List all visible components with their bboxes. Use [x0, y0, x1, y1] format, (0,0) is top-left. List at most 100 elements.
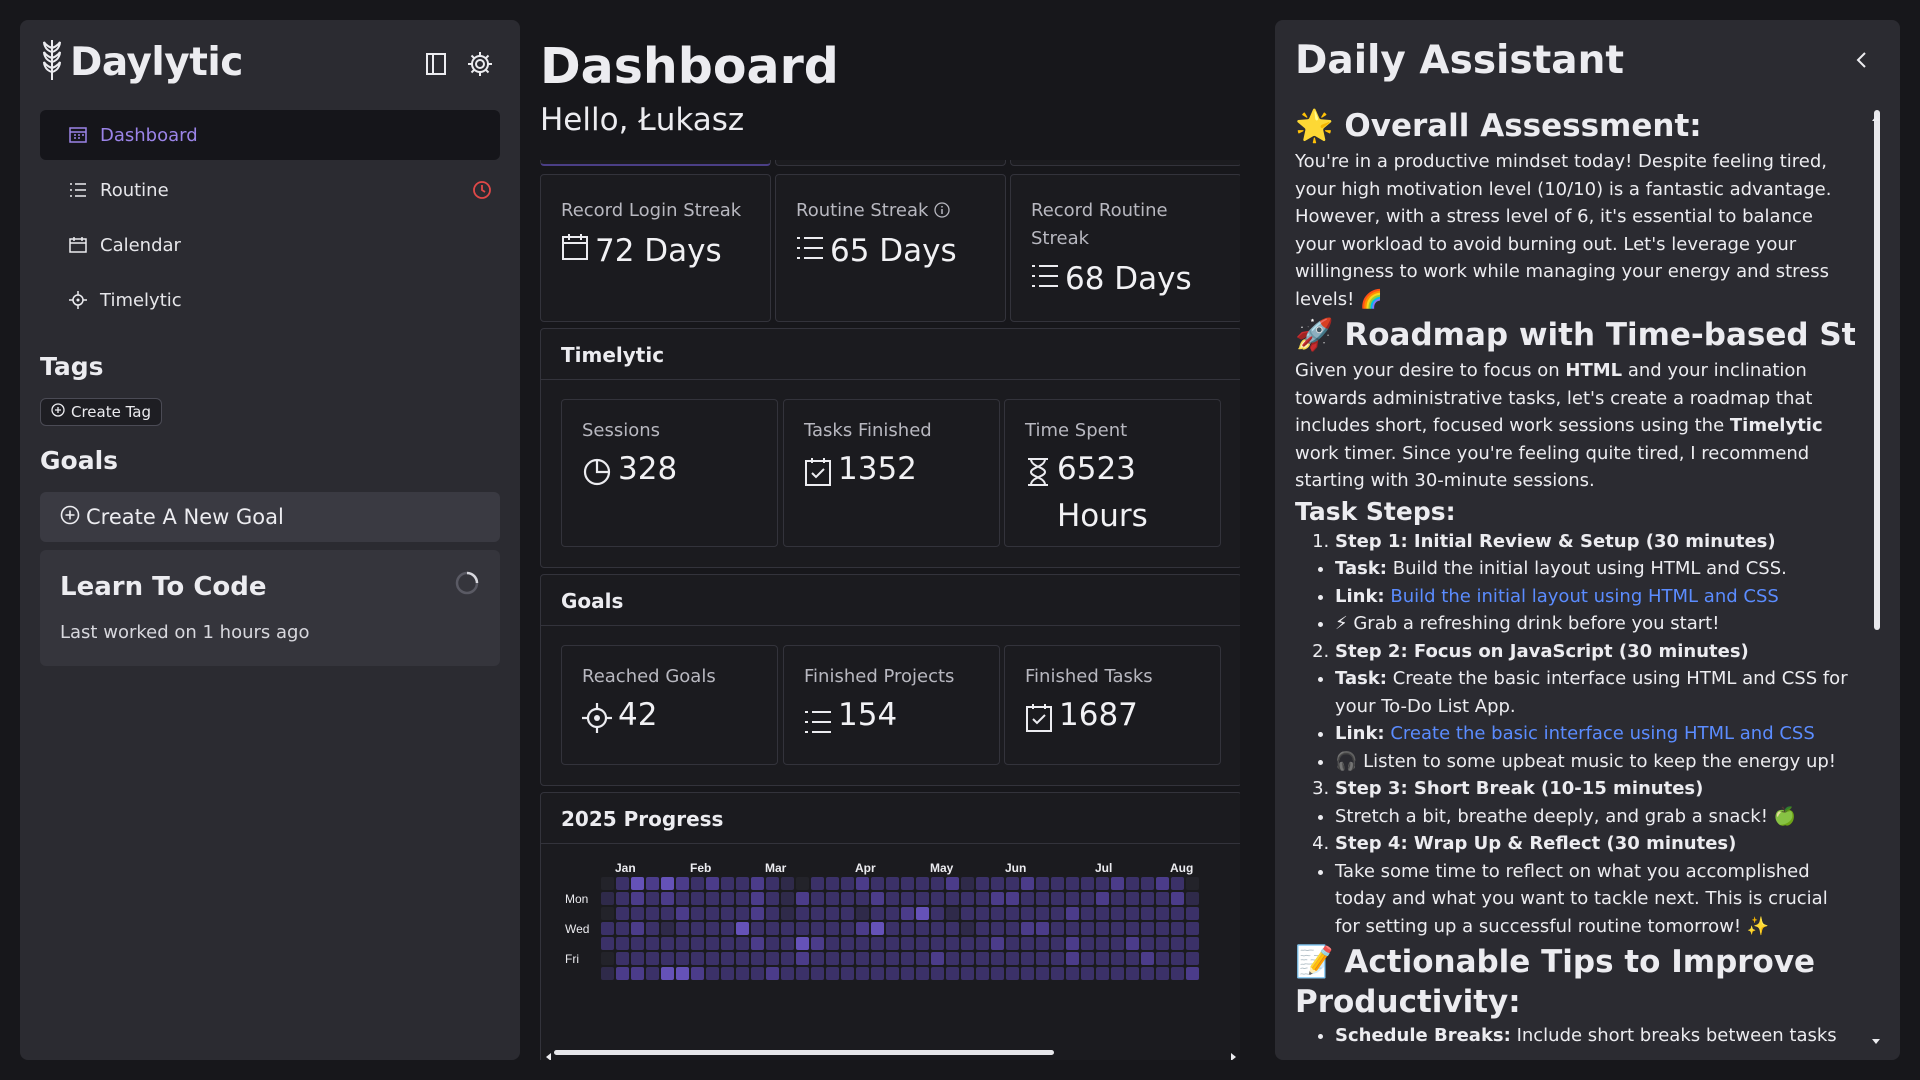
heatmap-cell[interactable] — [1066, 952, 1079, 965]
heatmap-cell[interactable] — [886, 937, 899, 950]
heatmap-cell[interactable] — [721, 877, 734, 890]
heatmap-cell[interactable] — [1051, 907, 1064, 920]
heatmap-cell[interactable] — [1156, 877, 1169, 890]
heatmap-cell[interactable] — [826, 937, 839, 950]
sidebar-item-timelytic[interactable]: Timelytic — [40, 275, 500, 325]
heatmap-cell[interactable] — [1096, 907, 1109, 920]
heatmap-cell[interactable] — [631, 937, 644, 950]
heatmap-cell[interactable] — [736, 967, 749, 980]
heatmap-cell[interactable] — [1141, 967, 1154, 980]
heatmap-cell[interactable] — [871, 952, 884, 965]
heatmap-cell[interactable] — [1006, 877, 1019, 890]
heatmap-cell[interactable] — [616, 892, 629, 905]
heatmap-cell[interactable] — [811, 952, 824, 965]
heatmap-cell[interactable] — [661, 892, 674, 905]
heatmap-cell[interactable] — [676, 877, 689, 890]
heatmap-cell[interactable] — [856, 937, 869, 950]
heatmap-cell[interactable] — [1066, 907, 1079, 920]
heatmap-cell[interactable] — [1006, 892, 1019, 905]
heatmap-cell[interactable] — [1186, 952, 1199, 965]
heatmap-cell[interactable] — [961, 922, 974, 935]
heatmap-cell[interactable] — [691, 952, 704, 965]
heatmap-cell[interactable] — [646, 937, 659, 950]
heatmap-cell[interactable] — [766, 937, 779, 950]
heatmap-cell[interactable] — [916, 907, 929, 920]
heatmap-cell[interactable] — [1096, 877, 1109, 890]
heatmap-cell[interactable] — [796, 937, 809, 950]
heatmap-cell[interactable] — [1006, 907, 1019, 920]
heatmap-cell[interactable] — [676, 952, 689, 965]
heatmap-cell[interactable] — [1186, 937, 1199, 950]
heatmap-cell[interactable] — [841, 877, 854, 890]
heatmap-cell[interactable] — [976, 877, 989, 890]
heatmap-cell[interactable] — [991, 952, 1004, 965]
heatmap-cell[interactable] — [946, 937, 959, 950]
heatmap-cell[interactable] — [691, 907, 704, 920]
heatmap-cell[interactable] — [1006, 937, 1019, 950]
heatmap-cell[interactable] — [841, 922, 854, 935]
heatmap-cell[interactable] — [826, 892, 839, 905]
heatmap-cell[interactable] — [976, 892, 989, 905]
heatmap-cell[interactable] — [1111, 907, 1124, 920]
heatmap-cell[interactable] — [1141, 877, 1154, 890]
heatmap-cell[interactable] — [751, 877, 764, 890]
heatmap-cell[interactable] — [1081, 967, 1094, 980]
heatmap-cell[interactable] — [1051, 922, 1064, 935]
heatmap-cell[interactable] — [1096, 967, 1109, 980]
sidebar-item-calendar[interactable]: Calendar — [40, 220, 500, 270]
heatmap-cell[interactable] — [691, 877, 704, 890]
heatmap-cell[interactable] — [901, 892, 914, 905]
heatmap-cell[interactable] — [931, 907, 944, 920]
heatmap-cell[interactable] — [721, 907, 734, 920]
heatmap-cell[interactable] — [1006, 922, 1019, 935]
heatmap-cell[interactable] — [646, 922, 659, 935]
heatmap-cell[interactable] — [1126, 967, 1139, 980]
heatmap-cell[interactable] — [661, 937, 674, 950]
heatmap-cell[interactable] — [856, 922, 869, 935]
heatmap-cell[interactable] — [781, 907, 794, 920]
heatmap-cell[interactable] — [841, 907, 854, 920]
heatmap-cell[interactable] — [916, 892, 929, 905]
heatmap-cell[interactable] — [1111, 892, 1124, 905]
heatmap-cell[interactable] — [1126, 937, 1139, 950]
heatmap-cell[interactable] — [1156, 967, 1169, 980]
heatmap-cell[interactable] — [631, 877, 644, 890]
heatmap-cell[interactable] — [1051, 952, 1064, 965]
heatmap-cell[interactable] — [961, 937, 974, 950]
heatmap-cell[interactable] — [991, 877, 1004, 890]
heatmap-cell[interactable] — [1171, 877, 1184, 890]
heatmap-cell[interactable] — [856, 877, 869, 890]
heatmap-cell[interactable] — [946, 922, 959, 935]
book-icon[interactable] — [422, 50, 450, 78]
heatmap-cell[interactable] — [616, 877, 629, 890]
heatmap-cell[interactable] — [1156, 892, 1169, 905]
goal-card[interactable]: Learn To Code Last worked on 1 hours ago — [40, 550, 500, 666]
assistant-scroll-up[interactable] — [1872, 106, 1880, 125]
heatmap-cell[interactable] — [1126, 877, 1139, 890]
heatmap-cell[interactable] — [721, 892, 734, 905]
heatmap-cell[interactable] — [1021, 877, 1034, 890]
heatmap-cell[interactable] — [871, 937, 884, 950]
heatmap-cell[interactable] — [901, 922, 914, 935]
heatmap-cell[interactable] — [1186, 877, 1199, 890]
heatmap-cell[interactable] — [1081, 952, 1094, 965]
heatmap-cell[interactable] — [1051, 937, 1064, 950]
heatmap-cell[interactable] — [1021, 907, 1034, 920]
heatmap-cell[interactable] — [1081, 937, 1094, 950]
heatmap-cell[interactable] — [871, 907, 884, 920]
horizontal-scroll-left[interactable] — [544, 1047, 552, 1060]
heatmap-cell[interactable] — [781, 937, 794, 950]
heatmap-cell[interactable] — [871, 877, 884, 890]
heatmap-cell[interactable] — [661, 952, 674, 965]
horizontal-scroll-right[interactable] — [1230, 1047, 1238, 1060]
heatmap-cell[interactable] — [1036, 952, 1049, 965]
heatmap-cell[interactable] — [931, 967, 944, 980]
heatmap-cell[interactable] — [1081, 907, 1094, 920]
heatmap-cell[interactable] — [946, 952, 959, 965]
heatmap-cell[interactable] — [736, 922, 749, 935]
heatmap-cell[interactable] — [811, 907, 824, 920]
heatmap-cell[interactable] — [736, 907, 749, 920]
heatmap-cell[interactable] — [841, 892, 854, 905]
heatmap-cell[interactable] — [781, 892, 794, 905]
heatmap-cell[interactable] — [1066, 922, 1079, 935]
